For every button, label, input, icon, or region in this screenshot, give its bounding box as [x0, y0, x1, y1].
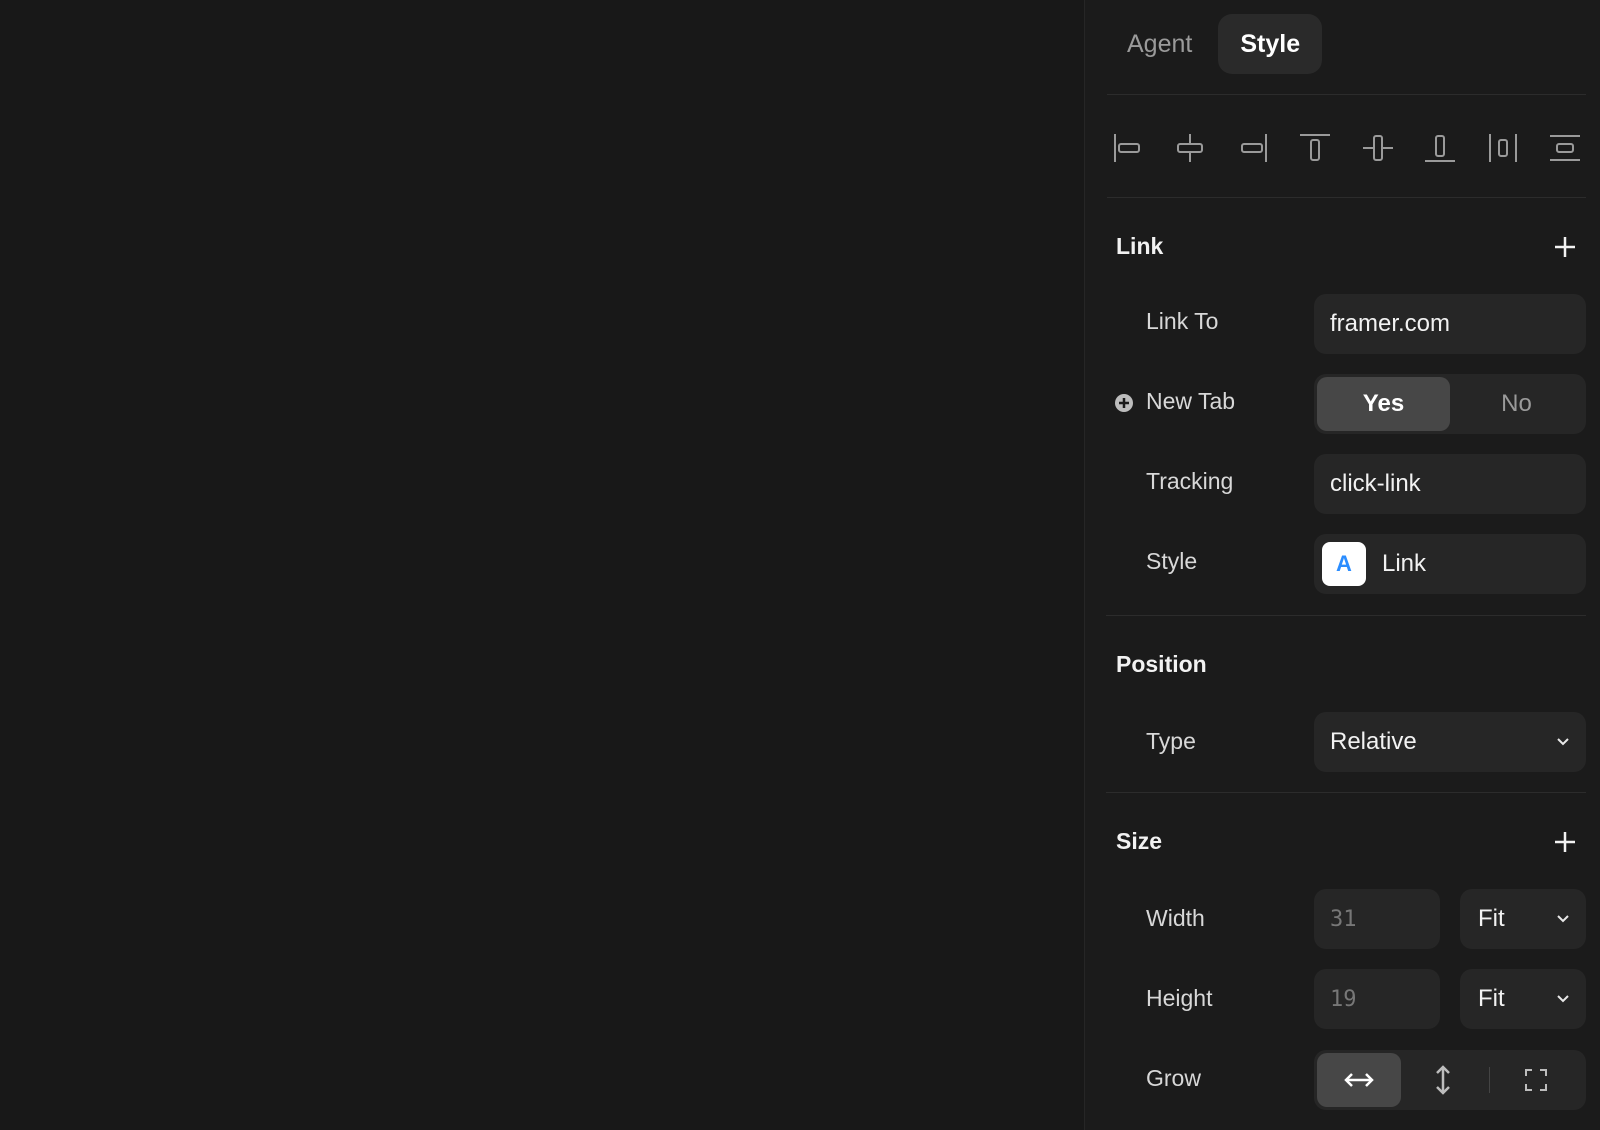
grow-vertical-icon[interactable]: [1401, 1053, 1485, 1107]
new-tab-toggle: Yes No: [1314, 374, 1586, 434]
add-size-plus-icon[interactable]: [1550, 827, 1580, 857]
link-style-picker[interactable]: A Link: [1314, 534, 1586, 594]
align-bottom-icon[interactable]: [1419, 127, 1461, 169]
chevron-down-icon: [1557, 995, 1569, 1003]
tab-agent[interactable]: Agent: [1105, 14, 1214, 74]
link-section-title: Link: [1116, 233, 1164, 259]
align-right-icon[interactable]: [1232, 127, 1274, 169]
height-input[interactable]: 19: [1314, 969, 1440, 1029]
add-variable-icon[interactable]: [1114, 393, 1134, 413]
grow-toggle: [1314, 1050, 1586, 1110]
new-tab-yes-option[interactable]: Yes: [1317, 377, 1450, 431]
divider: [1107, 94, 1586, 95]
link-to-label: Link To: [1146, 308, 1219, 334]
width-label: Width: [1146, 905, 1205, 931]
chevron-down-icon: [1557, 738, 1569, 746]
link-style-value: Link: [1382, 550, 1427, 577]
position-type-label: Type: [1146, 728, 1196, 754]
chevron-down-icon: [1557, 915, 1569, 923]
distribute-horizontal-icon[interactable]: [1482, 127, 1524, 169]
width-mode-select[interactable]: Fit: [1460, 889, 1586, 949]
height-mode-value: Fit: [1478, 985, 1505, 1012]
link-to-input[interactable]: framer.com: [1314, 294, 1586, 354]
position-type-select[interactable]: Relative: [1314, 712, 1586, 772]
grow-label: Grow: [1146, 1065, 1201, 1091]
tracking-label: Tracking: [1146, 468, 1234, 494]
new-tab-no-option[interactable]: No: [1450, 377, 1583, 431]
width-mode-value: Fit: [1478, 905, 1505, 932]
divider: [1106, 792, 1586, 793]
align-center-vertical-icon[interactable]: [1357, 127, 1399, 169]
panel-tabs: Agent Style: [1105, 14, 1323, 74]
height-mode-select[interactable]: Fit: [1460, 969, 1586, 1029]
height-label: Height: [1146, 985, 1213, 1011]
grow-fill-icon[interactable]: [1494, 1053, 1578, 1107]
divider: [1489, 1067, 1490, 1093]
size-section-title: Size: [1116, 828, 1163, 854]
align-top-icon[interactable]: [1294, 127, 1336, 169]
tab-style[interactable]: Style: [1218, 14, 1323, 74]
position-section-title: Position: [1116, 651, 1207, 677]
canvas-area[interactable]: [0, 0, 1084, 1130]
add-link-plus-icon[interactable]: [1550, 232, 1580, 262]
position-type-value: Relative: [1330, 728, 1417, 755]
style-label: Style: [1146, 548, 1198, 574]
text-style-swatch: A: [1322, 542, 1366, 586]
alignment-toolbar: [1107, 118, 1586, 178]
new-tab-label: New Tab: [1146, 388, 1236, 414]
divider: [1106, 615, 1586, 616]
distribute-vertical-icon[interactable]: [1544, 127, 1586, 169]
divider: [1107, 197, 1586, 198]
width-input[interactable]: 31: [1314, 889, 1440, 949]
grow-horizontal-icon[interactable]: [1317, 1053, 1401, 1107]
align-left-icon[interactable]: [1107, 127, 1149, 169]
align-center-horizontal-icon[interactable]: [1169, 127, 1211, 169]
tracking-input[interactable]: click-link: [1314, 454, 1586, 514]
